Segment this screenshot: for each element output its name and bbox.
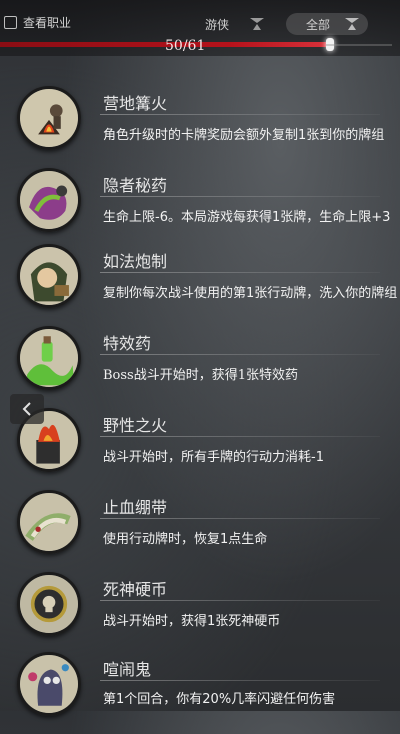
- divider: [100, 518, 380, 519]
- hp-text: 50/61: [165, 38, 206, 54]
- back-button[interactable]: [10, 394, 44, 424]
- copycat-icon: [17, 244, 81, 308]
- all-filter-label: 全部: [306, 17, 331, 32]
- class-filter-label: 游侠: [205, 17, 230, 32]
- list-item[interactable]: 如法炮制 复制你每次战斗使用的第1张行动牌，洗入你的牌组: [0, 244, 400, 326]
- filter-arrow-icon: [345, 18, 359, 30]
- divider: [100, 600, 380, 601]
- divider: [100, 680, 380, 681]
- list-item[interactable]: 野性之火 战斗开始时，所有手牌的行动力消耗-1: [0, 408, 400, 490]
- item-title: 营地篝火: [103, 94, 168, 113]
- divider: [100, 436, 380, 437]
- item-title: 特效药: [103, 334, 152, 353]
- campfire-icon: [17, 86, 81, 150]
- class-filter-dropdown[interactable]: 游侠: [205, 13, 265, 35]
- list-item[interactable]: 死神硬币 战斗开始时，获得1张死神硬币: [0, 572, 400, 654]
- item-title: 喧闹鬼: [103, 660, 152, 679]
- special-medicine-icon: [17, 326, 81, 390]
- filter-arrow-icon: [250, 18, 265, 30]
- divider: [100, 272, 380, 273]
- divider: [100, 354, 380, 355]
- hp-bar-track: [326, 44, 392, 46]
- item-desc: Boss战斗开始时，获得1张特效药: [103, 368, 298, 383]
- top-bar: 查看职业 游侠 全部 50/61: [0, 0, 400, 56]
- item-desc: 第1个回合，你有20%几率闪避任何伤害: [103, 692, 336, 707]
- list-item[interactable]: 喧闹鬼 第1个回合，你有20%几率闪避任何伤害: [0, 652, 400, 734]
- chevron-left-icon: [22, 402, 31, 416]
- bandage-icon: [17, 490, 81, 554]
- death-coin-icon: [17, 572, 81, 636]
- hp-bar: [0, 38, 334, 51]
- item-desc: 角色升级时的卡牌奖励会额外复制1张到你的牌组: [103, 128, 385, 143]
- item-desc: 复制你每次战斗使用的第1张行动牌，洗入你的牌组: [103, 286, 398, 301]
- checkbox-label: 查看职业: [23, 16, 72, 30]
- view-class-toggle[interactable]: 查看职业: [4, 14, 71, 31]
- item-title: 野性之火: [103, 416, 168, 435]
- item-desc: 生命上限-6。本局游戏每获得1张牌，生命上限+3: [103, 210, 391, 225]
- list-item[interactable]: 止血绷带 使用行动牌时，恢复1点生命: [0, 490, 400, 572]
- item-title: 止血绷带: [103, 498, 168, 517]
- item-desc: 使用行动牌时，恢复1点生命: [103, 532, 268, 547]
- all-filter-dropdown[interactable]: 全部: [286, 13, 368, 35]
- divider: [100, 196, 380, 197]
- item-title: 隐者秘药: [103, 176, 168, 195]
- list-item[interactable]: 营地篝火 角色升级时的卡牌奖励会额外复制1张到你的牌组: [0, 80, 400, 162]
- checkbox[interactable]: [4, 16, 17, 29]
- list-item[interactable]: 隐者秘药 生命上限-6。本局游戏每获得1张牌，生命上限+3: [0, 162, 400, 244]
- list-item[interactable]: 特效药 Boss战斗开始时，获得1张特效药: [0, 326, 400, 408]
- item-title: 死神硬币: [103, 580, 168, 599]
- divider: [100, 114, 380, 115]
- hermit-potion-icon: [17, 168, 81, 232]
- poltergeist-icon: [17, 652, 81, 716]
- item-desc: 战斗开始时，获得1张死神硬币: [103, 614, 281, 629]
- item-title: 如法炮制: [103, 252, 168, 271]
- item-desc: 战斗开始时，所有手牌的行动力消耗-1: [103, 450, 324, 465]
